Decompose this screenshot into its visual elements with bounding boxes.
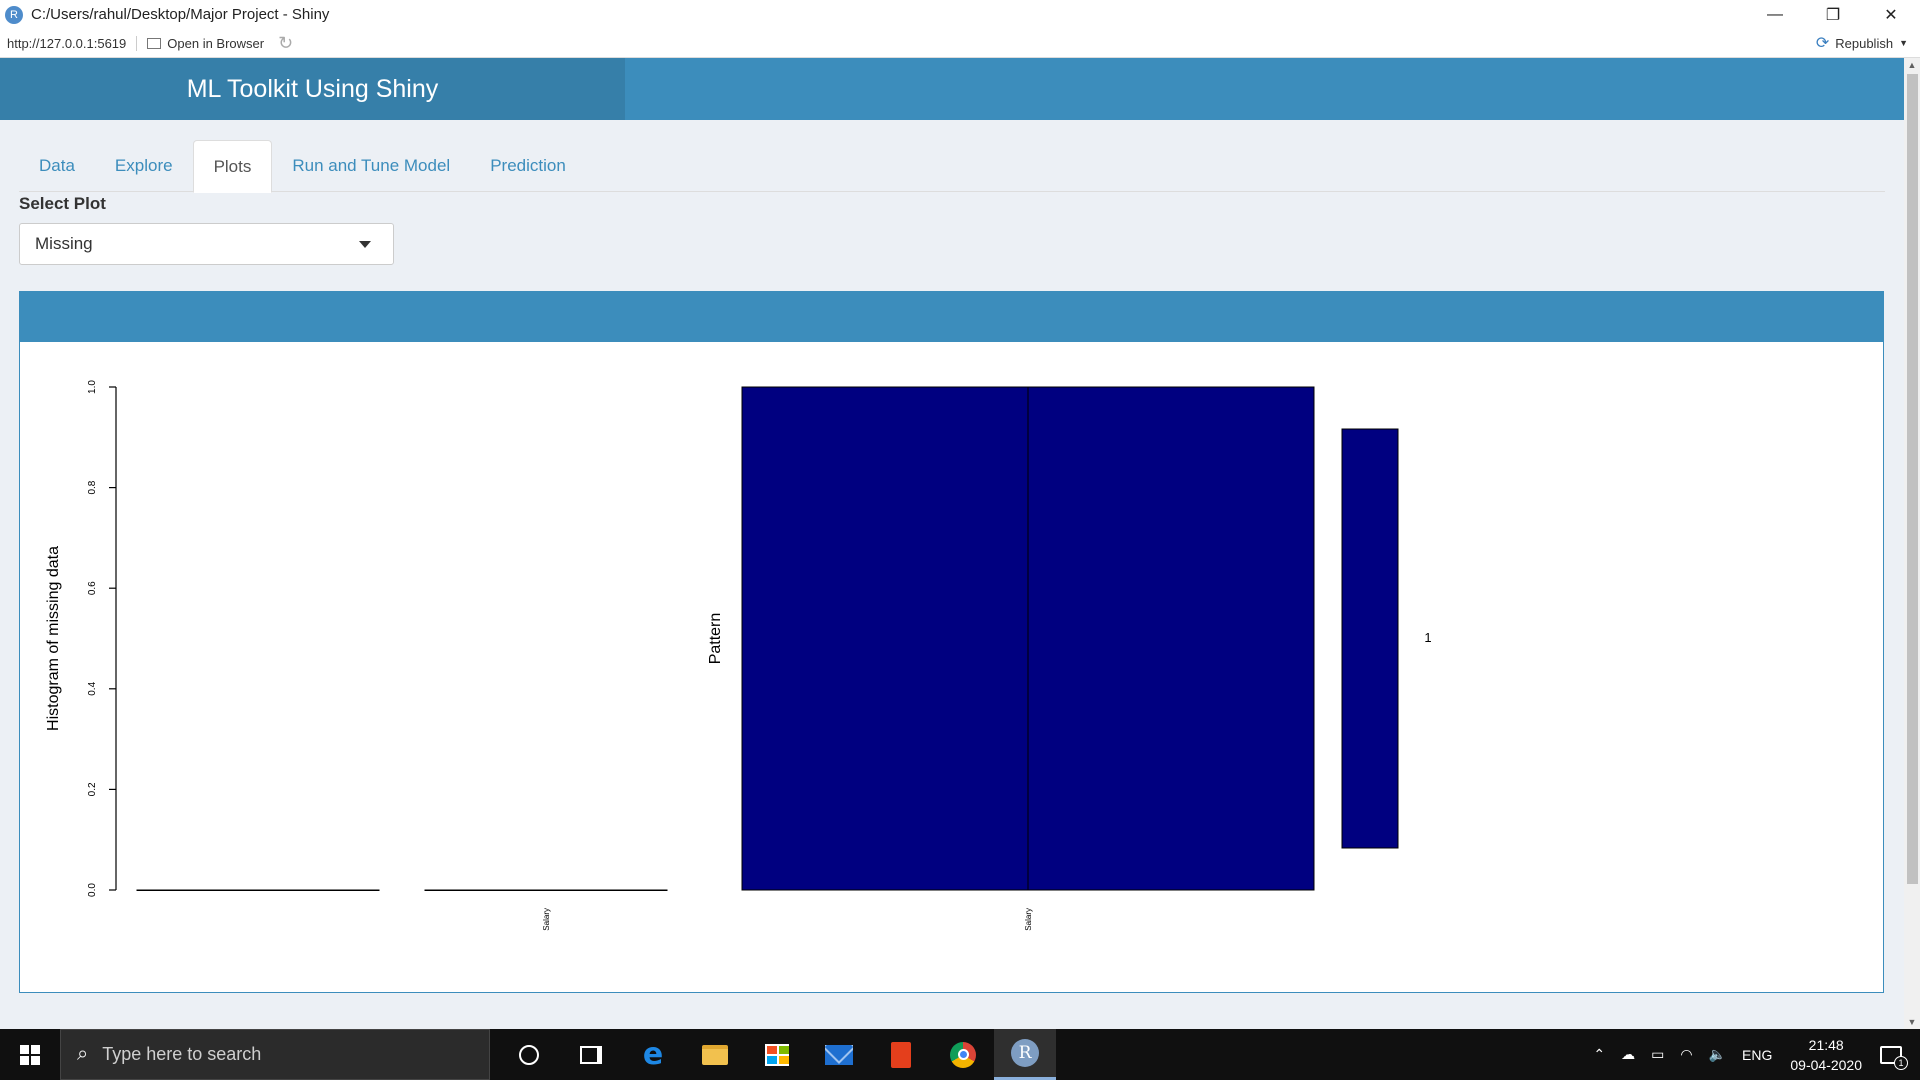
mail-icon[interactable]: [808, 1029, 870, 1080]
hist-bar: [424, 889, 668, 891]
chrome-icon[interactable]: [932, 1029, 994, 1080]
tab-prediction[interactable]: Prediction: [470, 140, 586, 192]
hist-y-tick-label: 0.8: [87, 480, 98, 494]
open-in-browser-button[interactable]: Open in Browser: [147, 36, 264, 51]
hist-y-axis-label: Histogram of missing data: [45, 546, 62, 731]
store-icon[interactable]: [746, 1029, 808, 1080]
window-title: C:/Users/rahul/Desktop/Major Project - S…: [31, 6, 330, 23]
scroll-down-arrow-icon[interactable]: ▼: [1904, 1015, 1920, 1029]
volume-icon[interactable]: 🔈: [1709, 1046, 1726, 1063]
window-controls: — ❐ ✕: [1746, 0, 1920, 29]
cortana-icon[interactable]: [498, 1029, 560, 1080]
missing-data-plot: 0.0 0.2 0.4 0.6 0.8 1.0 Histogram of missing d…: [45, 380, 1432, 931]
missing-histogram: 0.0 0.2 0.4 0.6 0.8 1.0 Histogram of missing d…: [45, 380, 668, 931]
tab-explore[interactable]: Explore: [95, 140, 193, 192]
start-button[interactable]: [0, 1029, 60, 1080]
select-plot-value: Missing: [35, 234, 93, 253]
pattern-y-axis-label: Pattern: [707, 613, 724, 665]
vertical-scrollbar[interactable]: ▲ ▼: [1904, 58, 1920, 1029]
office-icon[interactable]: [870, 1029, 932, 1080]
tab-plots[interactable]: Plots: [192, 140, 273, 193]
republish-button[interactable]: ⟳ Republish ▼: [1816, 33, 1908, 53]
hist-y-tick-label: 0.6: [87, 581, 98, 595]
task-view-icon[interactable]: [560, 1029, 622, 1080]
onedrive-icon[interactable]: ☁: [1621, 1046, 1635, 1063]
file-explorer-icon[interactable]: [684, 1029, 746, 1080]
pattern-x-tick-label: Salary: [1024, 908, 1033, 931]
missing-pattern-plot: Pattern Salary 1: [707, 386, 1432, 931]
pattern-cell: [1027, 386, 1315, 891]
scroll-up-arrow-icon[interactable]: ▲: [1904, 58, 1920, 72]
system-tray: ⌃ ☁ ▭ ◠ 🔈 ENG 21:48 09-04-2020 1: [1585, 1029, 1920, 1080]
hist-y-tick-label: 0.0: [87, 883, 98, 897]
plot-box-header: [20, 294, 1883, 342]
plot-box: 0.0 0.2 0.4 0.6 0.8 1.0 Histogram of missing d…: [19, 291, 1884, 993]
hist-y-tick-label: 0.4: [87, 681, 98, 695]
taskbar-search-box[interactable]: ⌕ Type here to search: [60, 1029, 490, 1080]
select-plot-label: Select Plot: [19, 194, 106, 213]
wifi-icon[interactable]: ◠: [1680, 1046, 1692, 1063]
close-button[interactable]: ✕: [1862, 0, 1920, 29]
windows-logo-icon: [20, 1044, 40, 1065]
clock[interactable]: 21:48 09-04-2020: [1790, 1035, 1862, 1075]
caret-down-icon: [359, 241, 371, 248]
notification-count: 1: [1894, 1055, 1908, 1070]
window-title-bar: R C:/Users/rahul/Desktop/Major Project -…: [0, 0, 1920, 29]
battery-icon[interactable]: ▭: [1651, 1046, 1664, 1063]
chevron-up-icon[interactable]: ⌃: [1593, 1046, 1605, 1063]
hist-x-tick-label: Salary: [542, 908, 551, 931]
browser-window-icon: [147, 37, 162, 49]
taskbar: ⌕ Type here to search e R ⌃ ☁ ▭ ◠ 🔈 ENG …: [0, 1029, 1920, 1080]
refresh-icon[interactable]: ↻: [278, 33, 293, 54]
scrollbar-thumb[interactable]: [1907, 74, 1918, 884]
taskbar-apps: e R: [498, 1029, 1056, 1080]
app-title: ML Toolkit Using Shiny: [0, 58, 625, 120]
tab-data[interactable]: Data: [19, 140, 95, 192]
select-plot-dropdown[interactable]: Missing: [19, 223, 394, 265]
restore-button[interactable]: ❐: [1804, 0, 1862, 29]
search-placeholder: Type here to search: [102, 1044, 262, 1064]
pattern-proportion-bar: [1341, 428, 1399, 849]
r-taskbar-icon[interactable]: R: [994, 1029, 1056, 1080]
republish-label: Republish: [1835, 35, 1894, 51]
chevron-down-icon: ▼: [1899, 38, 1908, 48]
hist-bar: [136, 889, 380, 891]
url-text[interactable]: http://127.0.0.1:5619: [7, 35, 138, 51]
hist-y-tick-label: 1.0: [87, 380, 98, 394]
clock-date: 09-04-2020: [1790, 1056, 1862, 1073]
search-icon: ⌕: [77, 1043, 89, 1065]
publish-icon: ⟳: [1815, 35, 1830, 52]
open-in-browser-label: Open in Browser: [167, 35, 265, 51]
tab-run-and-tune-model[interactable]: Run and Tune Model: [272, 140, 470, 192]
tab-bar: Data Explore Plots Run and Tune Model Pr…: [19, 140, 1885, 193]
language-indicator[interactable]: ENG: [1742, 1047, 1772, 1063]
edge-icon[interactable]: e: [622, 1029, 684, 1080]
r-app-icon: R: [5, 5, 23, 24]
pattern-count-label: 1: [1424, 630, 1431, 645]
notification-center-icon[interactable]: 1: [1880, 1045, 1908, 1070]
clock-time: 21:48: [1808, 1036, 1844, 1053]
address-bar: http://127.0.0.1:5619 Open in Browser ↻ …: [0, 29, 1920, 58]
pattern-cell: [741, 386, 1029, 891]
minimize-button[interactable]: —: [1746, 0, 1804, 29]
hist-y-tick-label: 0.2: [87, 782, 98, 796]
dashboard-header: ML Toolkit Using Shiny: [0, 58, 1904, 120]
